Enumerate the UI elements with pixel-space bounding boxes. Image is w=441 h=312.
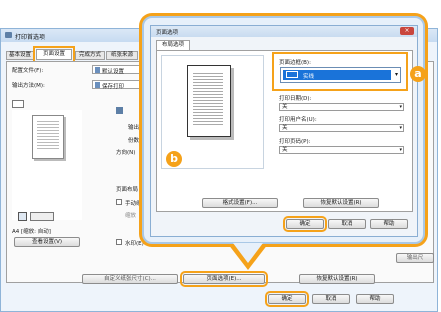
- default-settings-value: 默认设置: [102, 69, 125, 75]
- main-tab-strip: 基本设置 页面设置 完成方式 纸张来源 质: [6, 46, 148, 63]
- output-label: 输出: [128, 125, 140, 131]
- page-border-label: 页面边框(B):: [279, 60, 311, 66]
- print-icon: [95, 82, 100, 88]
- print-date-select[interactable]: 关 ▾: [279, 103, 404, 111]
- main-preview-page: [32, 115, 64, 159]
- dialog-preview-page: [187, 65, 231, 137]
- print-page-number-select[interactable]: 关 ▾: [279, 146, 404, 154]
- main-preview-toggle-icon[interactable]: [12, 100, 24, 108]
- page-layout-label: 页面布局: [116, 187, 139, 193]
- print-user-label: 打印用户名(U):: [279, 117, 317, 123]
- output-method-select[interactable]: 保存打印: [92, 80, 142, 90]
- page-stack-icon: [18, 212, 27, 221]
- output-size-button[interactable]: 输出尺: [396, 253, 434, 263]
- chevron-down-icon: ▾: [399, 125, 402, 131]
- dialog-ok-button[interactable]: 确定: [283, 216, 327, 232]
- print-user-select[interactable]: 关 ▾: [279, 124, 404, 132]
- badge-a: a: [410, 66, 426, 82]
- solid-line-icon: [286, 71, 298, 78]
- main-help-button[interactable]: 帮助: [356, 294, 394, 304]
- dialog-close-button[interactable]: ×: [400, 27, 414, 35]
- dialog-title: 页面选项: [156, 30, 179, 36]
- printer-icon: [5, 32, 12, 38]
- scale-label: 缩放: [125, 213, 137, 219]
- dialog-preview-text-block: [193, 73, 223, 127]
- watermark-label: 水印(E): [125, 241, 144, 247]
- tab-page-setup[interactable]: 页面设置: [33, 46, 75, 63]
- resize-icon: [30, 212, 54, 221]
- output-method-label: 输出方法(M):: [12, 83, 45, 89]
- output-method-value: 保存打印: [102, 84, 125, 90]
- view-settings-button[interactable]: 查看设置(V): [14, 237, 80, 247]
- page-options-button[interactable]: 页面选项(E)...: [180, 271, 268, 287]
- dialog-cancel-button[interactable]: 取消: [328, 219, 366, 229]
- page-border-value: 实线: [303, 74, 315, 80]
- main-ok-button[interactable]: 确定: [265, 291, 309, 307]
- page-border-selected: 实线: [283, 70, 391, 80]
- print-page-number-label: 打印页码(P):: [279, 139, 311, 145]
- main-restore-defaults-button[interactable]: 恢复默认设置(R): [299, 274, 375, 284]
- main-cancel-button[interactable]: 取消: [312, 294, 350, 304]
- close-icon: ×: [404, 27, 410, 34]
- chevron-down-icon: ▾: [399, 147, 402, 153]
- tab-layout-options[interactable]: 布局选项: [156, 40, 190, 50]
- main-window-title: 打印首选项: [15, 34, 46, 41]
- tab-finishing[interactable]: 完成方式: [75, 51, 105, 60]
- manual-scale-label: 手动缩: [125, 201, 142, 207]
- profile-label: 配置文件(F):: [12, 68, 44, 74]
- page-border-select[interactable]: 实线 ▾: [280, 67, 401, 83]
- dialog-titlebar: 页面选项 ×: [151, 26, 417, 37]
- tab-paper-source[interactable]: 纸张来源: [106, 51, 138, 60]
- main-size-icons[interactable]: [14, 212, 58, 222]
- main-preview-text-block: [37, 121, 59, 149]
- dialog-help-button[interactable]: 帮助: [370, 219, 408, 229]
- print-date-label: 打印日期(D):: [279, 96, 312, 102]
- main-preview-area: [12, 110, 82, 220]
- paper-size-text: A4 [缩放: 自动]: [12, 229, 51, 235]
- callout-pointer-inner: [233, 243, 263, 263]
- orientation-label: 方向(N): [116, 150, 136, 156]
- chevron-down-icon: ▾: [394, 71, 398, 78]
- custom-paper-size-button[interactable]: 自定义纸张尺寸(C)...: [82, 274, 178, 284]
- profile-icon: [95, 67, 100, 73]
- copies-label: 份数: [128, 138, 140, 144]
- output-icon: [116, 107, 123, 114]
- profile-select[interactable]: 默认设置: [92, 65, 142, 75]
- chevron-down-icon: ▾: [399, 104, 402, 110]
- badge-b: b: [166, 151, 182, 167]
- tab-basic-settings[interactable]: 基本设置: [6, 51, 34, 60]
- watermark-checkbox[interactable]: [116, 239, 122, 245]
- manual-scale-checkbox[interactable]: [116, 199, 122, 205]
- dialog-restore-defaults-button[interactable]: 恢复默认设置(R): [303, 198, 379, 208]
- format-settings-button[interactable]: 格式设置(F)...: [202, 198, 278, 208]
